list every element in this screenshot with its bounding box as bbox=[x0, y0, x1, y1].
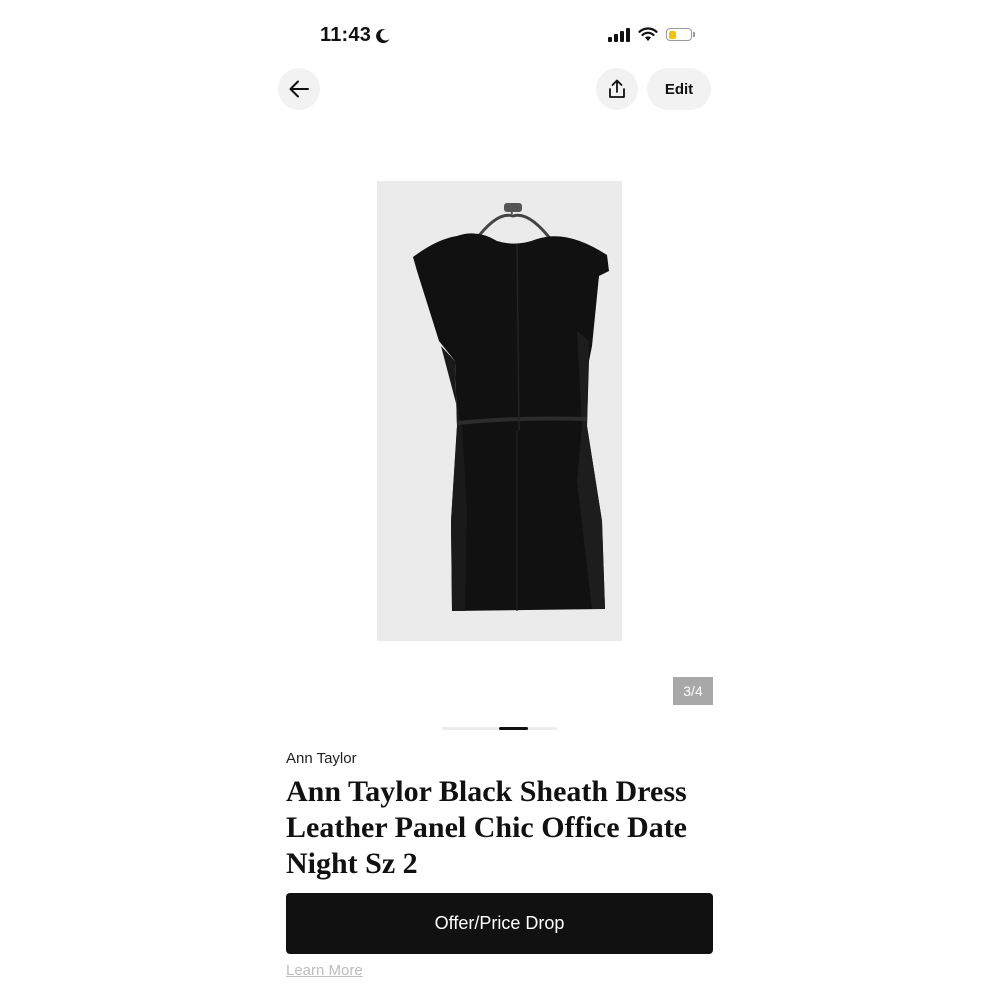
status-time: 11:43 bbox=[320, 24, 391, 47]
offer-price-drop-button[interactable]: Offer/Price Drop bbox=[286, 893, 713, 954]
back-button[interactable] bbox=[278, 68, 320, 110]
gallery-progress-active bbox=[499, 727, 528, 730]
arrow-left-icon bbox=[289, 80, 309, 98]
time-text: 11:43 bbox=[320, 24, 372, 46]
share-upload-icon bbox=[609, 79, 625, 98]
photo-counter-badge: 3/4 bbox=[673, 677, 713, 705]
moon-icon bbox=[376, 28, 390, 43]
gallery-progress-indicator bbox=[442, 727, 557, 730]
signal-icon bbox=[608, 27, 630, 42]
battery-level-fill bbox=[668, 30, 676, 39]
status-icons bbox=[608, 27, 695, 42]
brand-link[interactable]: Ann Taylor bbox=[286, 750, 357, 767]
edit-button[interactable]: Edit bbox=[647, 68, 711, 110]
dress-image bbox=[377, 181, 622, 641]
share-button[interactable] bbox=[596, 68, 638, 110]
product-photo[interactable] bbox=[377, 181, 622, 641]
wifi-icon bbox=[638, 27, 658, 41]
listing-title: Ann Taylor Black Sheath Dress Leather Pa… bbox=[286, 775, 688, 880]
learn-more-link[interactable]: Learn More bbox=[286, 962, 363, 979]
battery-icon bbox=[666, 28, 695, 41]
phone-screen: 11:43 Edit 3/4 Ann Taylor Ann Taylor Bla… bbox=[270, 0, 730, 1000]
